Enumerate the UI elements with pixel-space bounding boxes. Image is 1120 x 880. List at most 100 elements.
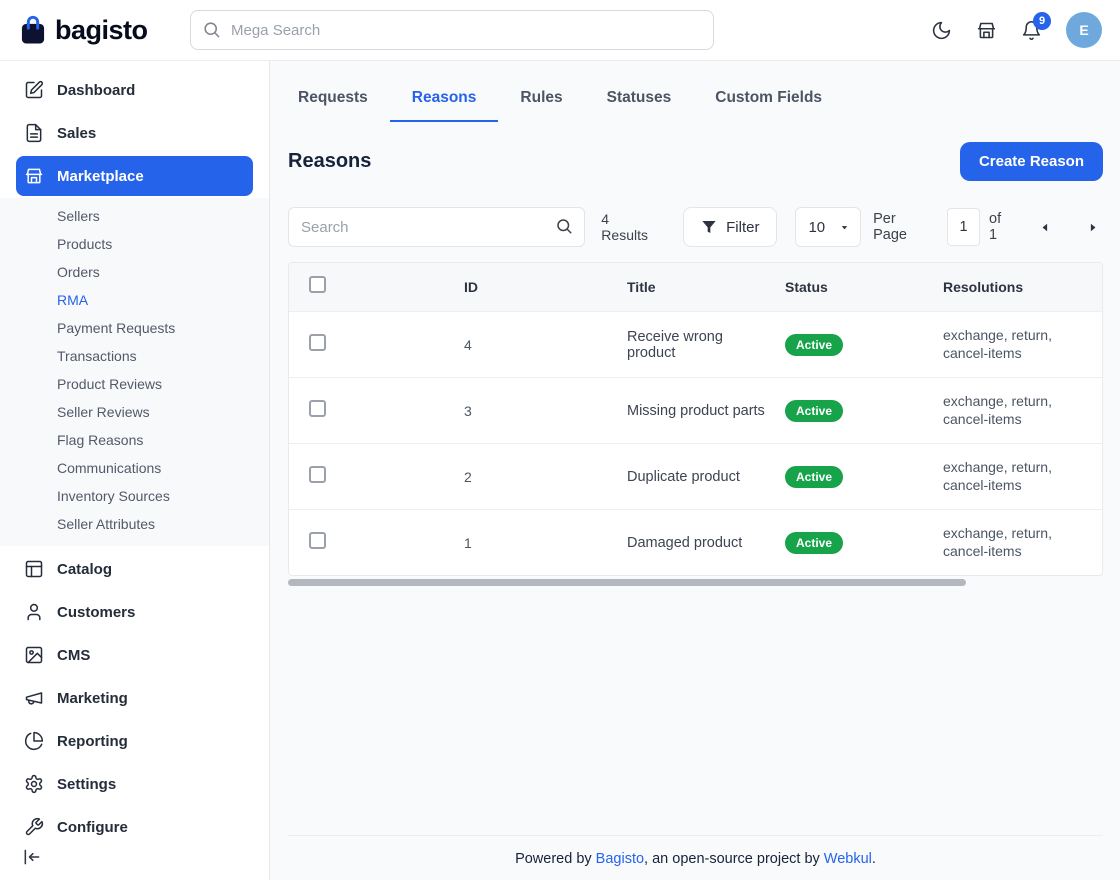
marketing-icon — [24, 688, 44, 708]
cms-icon — [24, 645, 44, 665]
sidebar-item-reporting[interactable]: Reporting — [16, 721, 253, 761]
dark-mode-toggle[interactable] — [931, 20, 952, 41]
reporting-icon — [24, 731, 44, 751]
sidebar-subitem-rma[interactable]: RMA — [0, 286, 269, 314]
sidebar-subitem-payment-requests[interactable]: Payment Requests — [0, 314, 269, 342]
tab-statuses[interactable]: Statuses — [585, 77, 694, 122]
page-number-input[interactable] — [947, 208, 980, 246]
sidebar-item-label: Marketplace — [57, 168, 144, 185]
table-row: 2 Duplicate product Active exchange, ret… — [289, 443, 1102, 509]
dashboard-icon — [24, 80, 44, 100]
per-page-select[interactable]: 10 — [795, 207, 861, 247]
horizontal-scrollbar-thumb[interactable] — [288, 579, 966, 586]
bagisto-logo[interactable]: bagisto — [18, 14, 174, 46]
sidebar-subitem-communications[interactable]: Communications — [0, 454, 269, 482]
subitem-label: Orders — [57, 264, 100, 280]
mega-search-input[interactable] — [190, 10, 714, 50]
top-header: bagisto 9 E — [0, 0, 1120, 61]
table-row: 1 Damaged product Active exchange, retur… — [289, 509, 1102, 575]
column-header-status[interactable]: Status — [785, 279, 943, 295]
status-badge: Active — [785, 334, 843, 356]
row-checkbox[interactable] — [309, 466, 326, 483]
cell-title: Damaged product — [627, 535, 785, 551]
column-header-id[interactable]: ID — [464, 279, 627, 295]
subitem-label: Products — [57, 236, 112, 252]
sidebar-item-dashboard[interactable]: Dashboard — [16, 70, 253, 110]
footer-text-suffix: . — [872, 851, 876, 867]
filter-label: Filter — [726, 219, 759, 236]
next-page-button[interactable] — [1082, 217, 1103, 238]
tab-rules[interactable]: Rules — [498, 77, 584, 122]
column-header-resolutions[interactable]: Resolutions — [943, 279, 1102, 295]
main-content: Requests Reasons Rules Statuses Custom F… — [271, 61, 1120, 880]
sidebar-item-marketing[interactable]: Marketing — [16, 678, 253, 718]
user-avatar[interactable]: E — [1066, 12, 1102, 48]
filter-button[interactable]: Filter — [683, 207, 777, 247]
sidebar: Dashboard Sales Marketplace Sellers Prod… — [0, 61, 270, 880]
status-badge: Active — [785, 466, 843, 488]
search-icon — [202, 20, 221, 44]
sidebar-item-label: CMS — [57, 647, 90, 664]
row-checkbox[interactable] — [309, 334, 326, 351]
sidebar-subitem-seller-reviews[interactable]: Seller Reviews — [0, 398, 269, 426]
select-all-checkbox[interactable] — [309, 276, 326, 293]
notifications-button[interactable]: 9 — [1021, 20, 1042, 41]
chevron-down-icon — [839, 222, 850, 233]
sidebar-subitem-seller-attributes[interactable]: Seller Attributes — [0, 510, 269, 538]
sidebar-subitem-flag-reasons[interactable]: Flag Reasons — [0, 426, 269, 454]
visit-store-button[interactable] — [976, 20, 997, 41]
previous-page-button[interactable] — [1035, 217, 1056, 238]
sidebar-subitem-product-reviews[interactable]: Product Reviews — [0, 370, 269, 398]
sales-icon — [24, 123, 44, 143]
sidebar-item-marketplace[interactable]: Marketplace — [16, 156, 253, 196]
notification-count-badge: 9 — [1033, 12, 1051, 30]
cell-title: Receive wrong product — [627, 329, 785, 361]
sidebar-subitem-orders[interactable]: Orders — [0, 258, 269, 286]
sidebar-collapse-button[interactable] — [22, 847, 42, 872]
subitem-label: Transactions — [57, 348, 137, 364]
subitem-label: Seller Reviews — [57, 404, 150, 420]
brand-name: bagisto — [55, 15, 148, 46]
sidebar-subitem-inventory-sources[interactable]: Inventory Sources — [0, 482, 269, 510]
sidebar-item-label: Marketing — [57, 690, 128, 707]
chevron-right-icon — [1086, 221, 1099, 234]
header-actions: 9 E — [931, 12, 1102, 48]
bagisto-link[interactable]: Bagisto — [596, 851, 644, 867]
results-count: 4 Results — [601, 211, 659, 243]
tab-reasons[interactable]: Reasons — [390, 77, 499, 122]
search-input[interactable] — [288, 207, 585, 247]
search-icon[interactable] — [555, 217, 573, 240]
sidebar-item-catalog[interactable]: Catalog — [16, 549, 253, 589]
collapse-sidebar-icon — [22, 847, 42, 867]
settings-icon — [24, 774, 44, 794]
footer-text-prefix: Powered by — [515, 851, 596, 867]
sidebar-item-label: Dashboard — [57, 82, 135, 99]
sidebar-item-customers[interactable]: Customers — [16, 592, 253, 632]
sidebar-item-sales[interactable]: Sales — [16, 113, 253, 153]
sidebar-item-configure[interactable]: Configure — [16, 807, 253, 847]
sidebar-item-label: Customers — [57, 604, 135, 621]
moon-icon — [931, 20, 952, 41]
sidebar-item-cms[interactable]: CMS — [16, 635, 253, 675]
row-checkbox[interactable] — [309, 532, 326, 549]
create-reason-button[interactable]: Create Reason — [960, 142, 1103, 181]
column-header-title[interactable]: Title — [627, 279, 785, 295]
sidebar-subitem-products[interactable]: Products — [0, 230, 269, 258]
cell-id: 3 — [464, 403, 627, 419]
tab-requests[interactable]: Requests — [288, 77, 390, 122]
subitem-label: Inventory Sources — [57, 488, 170, 504]
sidebar-subitem-transactions[interactable]: Transactions — [0, 342, 269, 370]
cell-resolutions: exchange, return, cancel-items — [943, 393, 1102, 428]
cell-title: Missing product parts — [627, 403, 785, 419]
sidebar-item-settings[interactable]: Settings — [16, 764, 253, 804]
tab-custom-fields[interactable]: Custom Fields — [693, 77, 844, 122]
catalog-icon — [24, 559, 44, 579]
cell-resolutions: exchange, return, cancel-items — [943, 525, 1102, 560]
status-badge: Active — [785, 532, 843, 554]
subitem-label: Payment Requests — [57, 320, 175, 336]
row-checkbox[interactable] — [309, 400, 326, 417]
datagrid-toolbar: 4 Results Filter 10 Per Page of 1 — [288, 207, 1103, 247]
sidebar-subitem-sellers[interactable]: Sellers — [0, 202, 269, 230]
webkul-link[interactable]: Webkul — [824, 851, 872, 867]
footer: Powered by Bagisto, an open-source proje… — [288, 835, 1103, 880]
